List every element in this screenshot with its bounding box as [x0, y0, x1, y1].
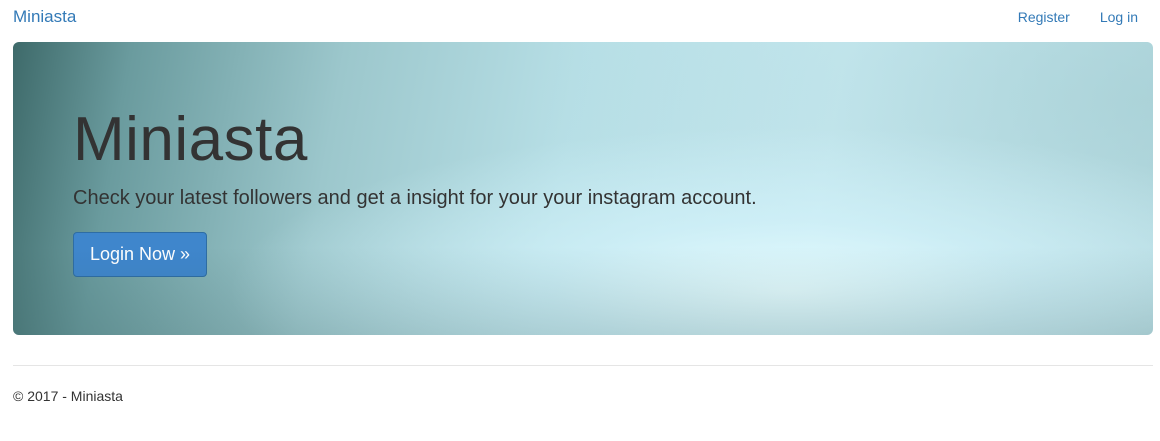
- register-link[interactable]: Register: [1018, 8, 1070, 26]
- hero-banner: Miniasta Check your latest followers and…: [13, 42, 1153, 335]
- nav-links: Register Log in: [1018, 8, 1138, 26]
- navbar: Miniasta Register Log in: [0, 0, 1160, 36]
- hero-title: Miniasta: [73, 105, 308, 174]
- login-now-button[interactable]: Login Now »: [73, 232, 207, 277]
- footer-divider: [13, 365, 1153, 366]
- hero-description: Check your latest followers and get a in…: [73, 187, 757, 209]
- login-link[interactable]: Log in: [1100, 8, 1138, 26]
- footer-copyright: © 2017 - Miniasta: [13, 388, 123, 404]
- brand-link[interactable]: Miniasta: [13, 7, 76, 27]
